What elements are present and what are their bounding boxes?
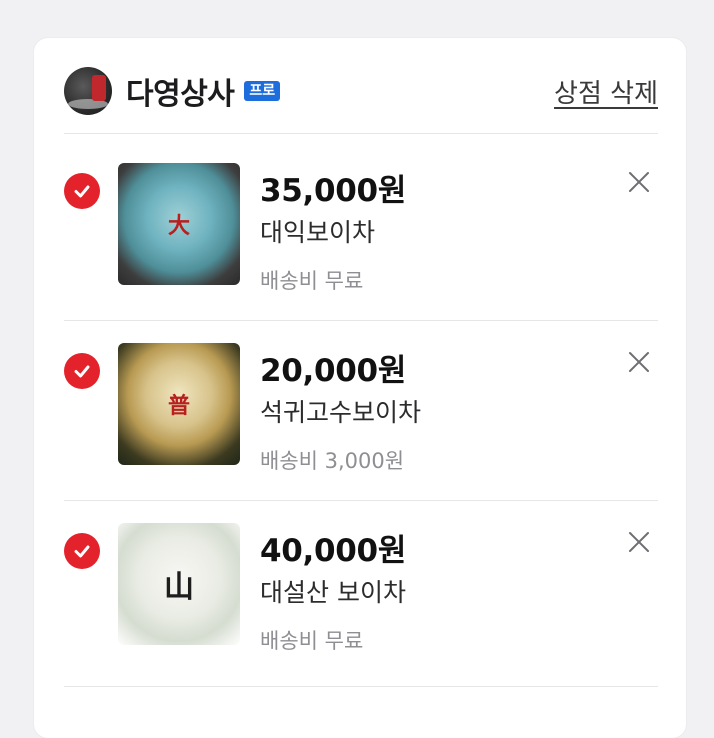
product-thumbnail[interactable]: 大 [118, 163, 240, 285]
close-icon[interactable] [626, 349, 652, 375]
item-price: 35,000원 [260, 173, 407, 209]
check-icon [74, 185, 90, 198]
item-shipping: 배송비 무료 [260, 629, 364, 653]
check-icon [74, 545, 90, 558]
tea-cake-logo: 普 [167, 393, 191, 419]
pro-badge: 프로 [244, 81, 281, 101]
shop-card: 다영상사 프로 상점 삭제 大 35,000원 대익보이차 배송비 무료 普 2… [34, 38, 686, 738]
item-price: 40,000원 [260, 533, 407, 569]
item-checkbox[interactable] [64, 353, 100, 389]
item-title[interactable]: 대익보이차 [260, 213, 375, 249]
divider [64, 133, 658, 134]
delete-shop-button[interactable]: 상점 삭제 [554, 73, 658, 110]
tea-cake-logo: 山 [164, 570, 194, 605]
item-title[interactable]: 대설산 보이차 [260, 573, 406, 609]
item-shipping: 배송비 무료 [260, 269, 364, 293]
product-thumbnail[interactable]: 普 [118, 343, 240, 465]
item-title[interactable]: 석귀고수보이차 [260, 393, 421, 429]
close-icon[interactable] [626, 169, 652, 195]
shop-avatar[interactable] [64, 67, 112, 115]
shop-name[interactable]: 다영상사 [126, 69, 235, 113]
close-icon[interactable] [626, 529, 652, 555]
divider [64, 686, 658, 687]
check-icon [74, 365, 90, 378]
cart-item: 普 20,000원 석귀고수보이차 배송비 3,000원 [64, 343, 658, 495]
item-checkbox[interactable] [64, 173, 100, 209]
cart-item: 山 40,000원 대설산 보이차 배송비 무료 [64, 523, 658, 675]
item-price: 20,000원 [260, 353, 407, 389]
shop-header: 다영상사 프로 상점 삭제 [64, 66, 658, 116]
item-shipping: 배송비 3,000원 [260, 449, 405, 473]
divider [64, 320, 658, 321]
cart-item: 大 35,000원 대익보이차 배송비 무료 [64, 163, 658, 315]
item-checkbox[interactable] [64, 533, 100, 569]
tea-cake-logo: 大 [167, 213, 191, 239]
product-thumbnail[interactable]: 山 [118, 523, 240, 645]
divider [64, 500, 658, 501]
